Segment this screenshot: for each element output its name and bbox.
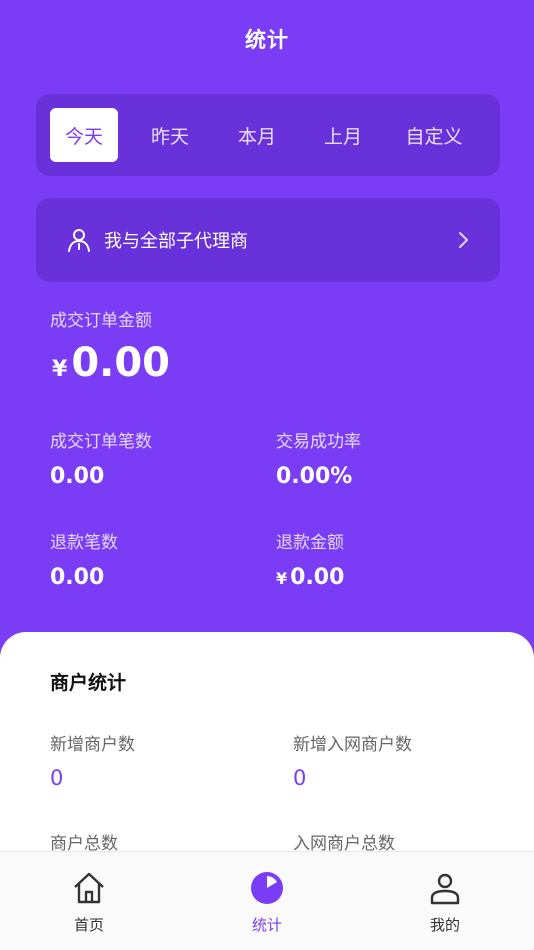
agent-filter-label: 我与全部子代理商 xyxy=(104,231,248,252)
tab-this-month[interactable]: 本月 xyxy=(222,108,292,162)
home-icon xyxy=(74,872,104,904)
order-amount-value: 0.00 xyxy=(71,340,171,386)
refund-amount: ¥0.00 xyxy=(276,565,344,590)
order-count-value: 0.00 xyxy=(50,464,105,489)
refund-amount-value: 0.00 xyxy=(290,565,345,590)
refund-count-label: 退款笔数 xyxy=(50,533,118,553)
person-icon xyxy=(68,229,90,252)
bottom-nav: 首页 统计 我的 xyxy=(0,851,534,950)
date-tabs: 今天 昨天 本月 上月 自定义 xyxy=(36,94,500,176)
new-network-merchants-value: 0 xyxy=(293,766,307,790)
new-merchants-value: 0 xyxy=(50,766,64,790)
order-count-label: 成交订单笔数 xyxy=(50,432,152,452)
user-icon xyxy=(430,873,460,905)
nav-me-label: 我的 xyxy=(429,916,460,934)
new-network-merchants-label: 新增入网商户数 xyxy=(293,735,412,755)
order-amount-label: 成交订单金额 xyxy=(50,311,152,331)
refund-count-value: 0.00 xyxy=(50,565,105,590)
new-merchants-label: 新增商户数 xyxy=(50,735,135,755)
tab-custom[interactable]: 自定义 xyxy=(394,108,474,162)
success-rate-value: 0.00% xyxy=(276,464,353,489)
nav-me[interactable]: 我的 xyxy=(395,870,495,935)
agent-filter-row[interactable]: 我与全部子代理商 xyxy=(36,198,500,282)
merchant-stats-title: 商户统计 xyxy=(50,672,127,694)
success-rate-label: 交易成功率 xyxy=(276,432,361,452)
nav-stats[interactable]: 统计 xyxy=(217,870,317,935)
nav-home-label: 首页 xyxy=(73,916,104,934)
refund-amount-label: 退款金额 xyxy=(276,533,344,553)
nav-stats-label: 统计 xyxy=(251,916,282,934)
pie-chart-icon xyxy=(251,872,283,904)
order-amount: ¥ 0.00 xyxy=(52,340,170,386)
currency-symbol: ¥ xyxy=(276,569,288,588)
tab-yesterday[interactable]: 昨天 xyxy=(134,108,206,162)
currency-symbol: ¥ xyxy=(52,357,68,382)
nav-home[interactable]: 首页 xyxy=(39,870,139,935)
tab-today[interactable]: 今天 xyxy=(50,108,118,162)
chevron-right-icon xyxy=(459,232,468,248)
page-title: 统计 xyxy=(245,28,289,52)
tab-last-month[interactable]: 上月 xyxy=(308,108,378,162)
